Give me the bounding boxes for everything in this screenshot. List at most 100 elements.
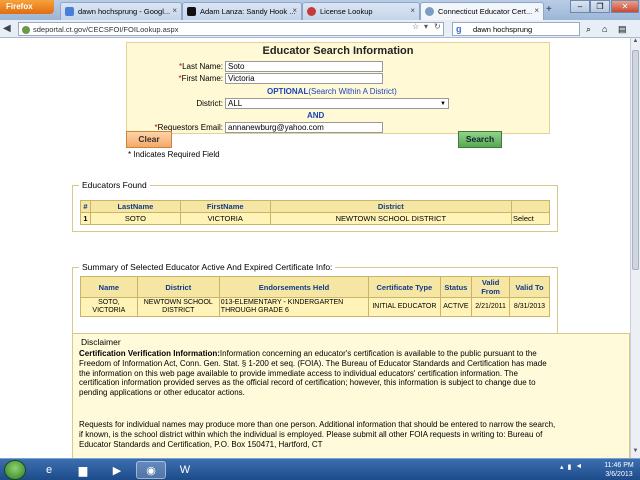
optional-label: OPTIONAL(Search Within A District) bbox=[267, 87, 397, 96]
requestor-email-field[interactable]: annanewburg@yahoo.com bbox=[225, 122, 383, 133]
disclaimer-paragraph-1: Certification Verification Information:I… bbox=[79, 349, 547, 398]
url-bar[interactable]: sdeportal.ct.gov/CECSFOI/FOILookup.aspx bbox=[18, 22, 444, 36]
scroll-up-icon[interactable]: ▲ bbox=[631, 38, 640, 48]
required-field-note: * Indicates Required Field bbox=[128, 150, 220, 159]
page-scrollbar[interactable]: ▲ ▼ bbox=[630, 38, 640, 458]
search-input[interactable]: g dawn hochsprung bbox=[452, 22, 580, 36]
firefox-taskbar-icon[interactable]: ◉ bbox=[136, 461, 166, 479]
certificate-table: Name District Endorsements Held Certific… bbox=[80, 276, 550, 317]
educators-table: # LastName FirstName District 1 SOTO VIC… bbox=[80, 200, 550, 225]
table-row: 1 SOTO VICTORIA NEWTOWN SCHOOL DISTRICT … bbox=[80, 212, 550, 225]
close-tab-icon[interactable]: × bbox=[292, 6, 297, 15]
first-name-label: *First Name: bbox=[178, 74, 223, 83]
network-icon[interactable]: ▮ bbox=[568, 463, 572, 471]
globe-icon bbox=[425, 7, 434, 16]
bookmarks-icon[interactable]: ▤ bbox=[618, 24, 628, 34]
media-player-icon[interactable]: ▶ bbox=[102, 461, 132, 479]
navigation-bar: ◀ sdeportal.ct.gov/CECSFOI/FOILookup.asp… bbox=[0, 20, 640, 38]
file-explorer-icon[interactable]: ▆ bbox=[68, 461, 98, 479]
clock-time: 11:46 PM bbox=[604, 462, 634, 469]
form-title: Educator Search Information bbox=[262, 45, 414, 57]
col-valid-to: Valid To bbox=[509, 276, 550, 298]
cell-district: NEWTOWN SCHOOL DISTRICT bbox=[269, 212, 513, 225]
url-text: sdeportal.ct.gov/CECSFOI/FOILookup.aspx bbox=[33, 25, 179, 34]
col-status: Status bbox=[439, 276, 473, 298]
close-tab-icon[interactable]: × bbox=[534, 6, 539, 15]
cell-num: 1 bbox=[80, 212, 91, 225]
maximize-button[interactable]: ❐ bbox=[590, 0, 610, 13]
scrollbar-thumb[interactable] bbox=[632, 50, 639, 270]
disclaimer-heading: Certification Verification Information: bbox=[79, 349, 220, 358]
site-identity-icon[interactable] bbox=[22, 26, 30, 34]
taskbar-clock[interactable]: 11:46 PM 3/6/2013 bbox=[600, 461, 638, 479]
col-name: Name bbox=[80, 276, 138, 298]
internet-explorer-icon[interactable]: e bbox=[34, 461, 64, 479]
search-button[interactable]: Search bbox=[458, 131, 502, 148]
col-lastname[interactable]: LastName bbox=[89, 200, 181, 213]
disclaimer-legend: Disclaimer bbox=[81, 337, 121, 347]
word-icon[interactable]: W bbox=[170, 461, 200, 479]
cell-valid-from: 2/21/2011 bbox=[471, 297, 510, 317]
close-window-button[interactable]: ✕ bbox=[611, 0, 639, 13]
tab-label: License Lookup bbox=[320, 7, 373, 16]
chevron-down-icon: ▼ bbox=[440, 101, 446, 107]
start-button[interactable] bbox=[4, 460, 26, 480]
cell-name: SOTO, VICTORIA bbox=[80, 297, 138, 317]
firefox-menu-button[interactable]: Firefox bbox=[0, 0, 54, 14]
clear-button[interactable]: Clear bbox=[126, 131, 172, 148]
cell-district: NEWTOWN SCHOOL DISTRICT bbox=[136, 297, 220, 317]
tab-license-lookup[interactable]: License Lookup × bbox=[302, 2, 420, 20]
tab-adam-lanza[interactable]: Adam Lanza: Sandy Hook ... × bbox=[182, 2, 302, 20]
google-search-icon: g bbox=[456, 24, 462, 34]
bookmark-star-icon[interactable]: ☆ bbox=[412, 22, 419, 31]
last-name-label: *Last Name: bbox=[178, 62, 223, 71]
first-name-field[interactable]: Victoria bbox=[225, 73, 383, 84]
magnifier-icon[interactable]: ⌕ bbox=[586, 24, 596, 34]
show-hidden-icons-icon[interactable]: ▴ bbox=[560, 463, 564, 471]
tab-label: dawn hochsprung - Googl... bbox=[78, 7, 171, 16]
page-content: Educator Search Information *Last Name: … bbox=[0, 38, 630, 458]
cell-lastname: SOTO bbox=[89, 212, 181, 225]
close-tab-icon[interactable]: × bbox=[410, 6, 415, 15]
col-num: # bbox=[80, 200, 91, 213]
col-firstname[interactable]: FirstName bbox=[179, 200, 271, 213]
search-form: Educator Search Information *Last Name: … bbox=[126, 42, 550, 134]
district-label: District: bbox=[196, 99, 223, 108]
new-tab-button[interactable]: + bbox=[546, 4, 552, 15]
col-district: District bbox=[136, 276, 220, 298]
select-link[interactable]: Select bbox=[511, 212, 550, 225]
tab-google-search[interactable]: dawn hochsprung - Googl... × bbox=[60, 2, 182, 20]
reload-icon[interactable]: ↻ bbox=[434, 22, 441, 31]
browser-tab-bar: Firefox dawn hochsprung - Googl... × Ada… bbox=[0, 0, 640, 20]
google-icon bbox=[65, 7, 74, 16]
disclaimer-section: Disclaimer Certification Verification In… bbox=[72, 333, 630, 458]
search-value: dawn hochsprung bbox=[473, 25, 533, 34]
tab-label: Adam Lanza: Sandy Hook ... bbox=[200, 7, 296, 16]
history-dropdown-icon[interactable]: ▾ bbox=[424, 22, 428, 31]
col-district[interactable]: District bbox=[269, 200, 513, 213]
last-name-field[interactable]: Soto bbox=[225, 61, 383, 72]
back-arrow-icon[interactable]: ◀ bbox=[3, 23, 17, 35]
table-row: SOTO, VICTORIA NEWTOWN SCHOOL DISTRICT 0… bbox=[80, 297, 550, 317]
district-select[interactable]: ALL ▼ bbox=[225, 98, 449, 109]
cell-certificate-type: INITIAL EDUCATOR bbox=[368, 297, 441, 317]
table-header-row: # LastName FirstName District bbox=[80, 200, 550, 213]
and-label: AND bbox=[307, 111, 325, 120]
tab-label: Connecticut Educator Cert... bbox=[438, 7, 533, 16]
tab-ct-educator-cert[interactable]: Connecticut Educator Cert... × bbox=[420, 2, 544, 20]
home-icon[interactable]: ⌂ bbox=[602, 24, 612, 34]
col-certificate-type: Certificate Type bbox=[368, 276, 441, 298]
nyt-icon bbox=[187, 7, 196, 16]
volume-icon[interactable]: ◄ bbox=[575, 463, 582, 471]
minimize-button[interactable]: – bbox=[570, 0, 590, 13]
system-tray: ▴ ▮ ◄ bbox=[560, 463, 582, 471]
col-action bbox=[511, 200, 550, 213]
close-tab-icon[interactable]: × bbox=[172, 6, 177, 15]
educators-found-legend: Educators Found bbox=[82, 180, 147, 190]
scroll-down-icon[interactable]: ▼ bbox=[631, 448, 640, 458]
cell-valid-to: 8/31/2013 bbox=[509, 297, 550, 317]
license-icon bbox=[307, 7, 316, 16]
clock-date: 3/6/2013 bbox=[605, 471, 633, 478]
windows-taskbar: e ▆ ▶ ◉ W ▴ ▮ ◄ 11:46 PM 3/6/2013 bbox=[0, 458, 640, 480]
table-header-row: Name District Endorsements Held Certific… bbox=[80, 276, 550, 298]
